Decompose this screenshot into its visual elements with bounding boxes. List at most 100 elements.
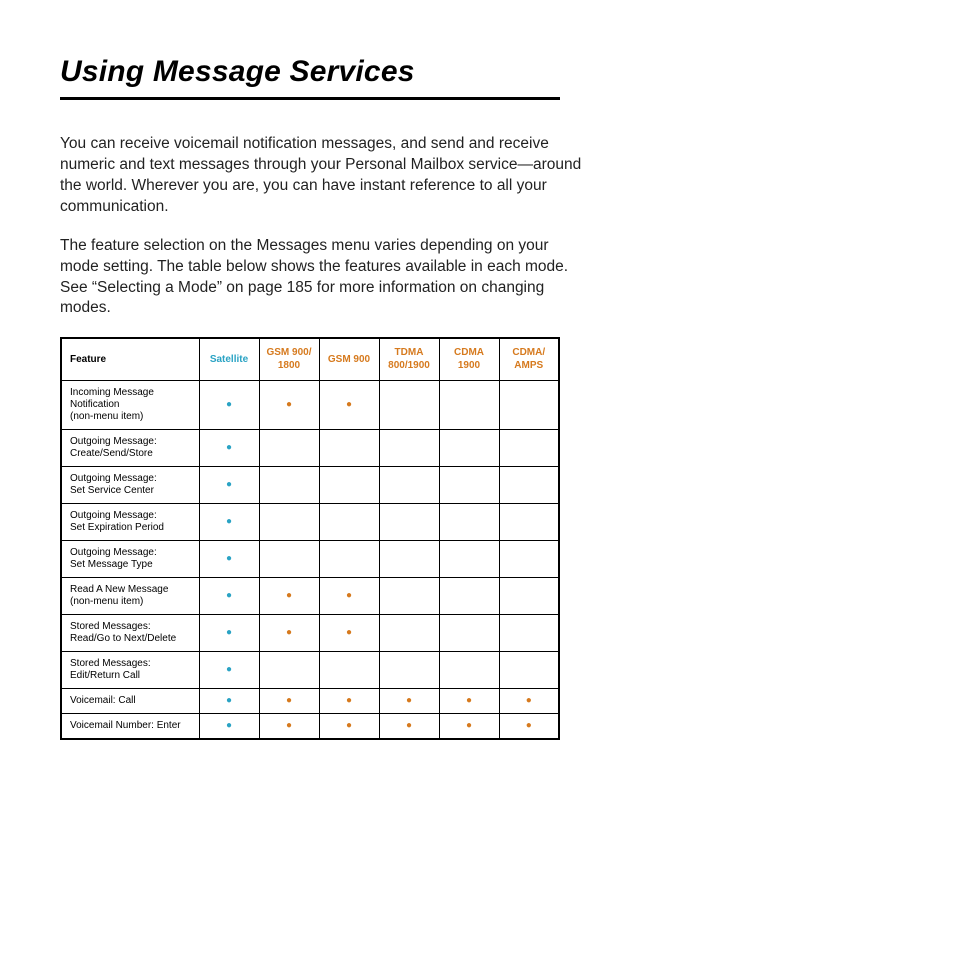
availability-cell	[439, 652, 499, 689]
availability-cell	[439, 504, 499, 541]
dot-satellite-icon: ●	[226, 479, 232, 490]
dot-available-icon: ●	[286, 627, 292, 638]
availability-cell: ●	[439, 714, 499, 740]
dot-available-icon: ●	[346, 627, 352, 638]
dot-available-icon: ●	[526, 720, 532, 731]
availability-cell: ●	[259, 714, 319, 740]
availability-cell: ●	[199, 430, 259, 467]
availability-cell	[499, 467, 559, 504]
availability-cell	[259, 541, 319, 578]
dot-available-icon: ●	[346, 720, 352, 731]
table-row: Voicemail Number: Enter ● ● ● ● ● ●	[61, 714, 559, 740]
page-title: Using Message Services	[60, 55, 894, 89]
dot-available-icon: ●	[346, 590, 352, 601]
availability-cell	[319, 467, 379, 504]
availability-cell	[379, 615, 439, 652]
availability-cell	[439, 541, 499, 578]
availability-cell: ●	[499, 689, 559, 714]
availability-cell: ●	[199, 652, 259, 689]
dot-available-icon: ●	[286, 399, 292, 410]
availability-cell: ●	[379, 689, 439, 714]
col-satellite: Satellite	[199, 338, 259, 381]
availability-cell: ●	[199, 578, 259, 615]
intro-paragraph-2: The feature selection on the Messages me…	[60, 236, 590, 320]
dot-available-icon: ●	[466, 720, 472, 731]
title-underline	[60, 97, 560, 100]
availability-cell	[259, 504, 319, 541]
dot-available-icon: ●	[286, 720, 292, 731]
availability-cell: ●	[199, 381, 259, 430]
availability-cell: ●	[199, 689, 259, 714]
availability-cell	[379, 578, 439, 615]
availability-cell	[259, 652, 319, 689]
table-row: Outgoing Message:Set Service Center ●	[61, 467, 559, 504]
feature-cell: Outgoing Message:Set Message Type	[61, 541, 199, 578]
availability-cell	[439, 578, 499, 615]
dot-available-icon: ●	[346, 695, 352, 706]
availability-cell	[379, 467, 439, 504]
availability-cell	[259, 467, 319, 504]
availability-cell	[499, 541, 559, 578]
feature-cell: Outgoing Message:Set Expiration Period	[61, 504, 199, 541]
feature-cell: Voicemail Number: Enter	[61, 714, 199, 740]
table-row: Voicemail: Call ● ● ● ● ● ●	[61, 689, 559, 714]
dot-available-icon: ●	[406, 695, 412, 706]
availability-cell	[439, 430, 499, 467]
feature-cell: Outgoing Message:Set Service Center	[61, 467, 199, 504]
table-header-row: Feature Satellite GSM 900/ 1800 GSM 900 …	[61, 338, 559, 381]
availability-cell	[499, 578, 559, 615]
feature-cell: Stored Messages:Read/Go to Next/Delete	[61, 615, 199, 652]
availability-cell	[379, 652, 439, 689]
availability-cell	[319, 652, 379, 689]
availability-cell: ●	[259, 615, 319, 652]
availability-cell	[319, 504, 379, 541]
col-gsm-900: GSM 900	[319, 338, 379, 381]
availability-cell	[379, 430, 439, 467]
dot-satellite-icon: ●	[226, 442, 232, 453]
table-row: Read A New Message(non-menu item)●●●	[61, 578, 559, 615]
dot-available-icon: ●	[466, 695, 472, 706]
availability-cell	[319, 430, 379, 467]
availability-cell: ●	[319, 381, 379, 430]
dot-satellite-icon: ●	[226, 553, 232, 564]
availability-cell: ●	[439, 689, 499, 714]
availability-cell	[379, 504, 439, 541]
dot-satellite-icon: ●	[226, 720, 232, 731]
availability-cell: ●	[499, 714, 559, 740]
dot-available-icon: ●	[286, 590, 292, 601]
feature-cell: Incoming Message Notification(non-menu i…	[61, 381, 199, 430]
col-tdma: TDMA 800/1900	[379, 338, 439, 381]
dot-available-icon: ●	[346, 399, 352, 410]
availability-cell	[499, 381, 559, 430]
availability-cell	[499, 615, 559, 652]
table-row: Stored Messages:Edit/Return Call●	[61, 652, 559, 689]
availability-cell	[439, 467, 499, 504]
dot-available-icon: ●	[406, 720, 412, 731]
dot-satellite-icon: ●	[226, 516, 232, 527]
availability-cell: ●	[259, 578, 319, 615]
col-gsm-900-1800: GSM 900/ 1800	[259, 338, 319, 381]
feature-cell: Voicemail: Call	[61, 689, 199, 714]
availability-cell: ●	[199, 504, 259, 541]
availability-cell: ●	[319, 689, 379, 714]
availability-cell: ●	[199, 467, 259, 504]
table-row: Stored Messages:Read/Go to Next/Delete ● ●…	[61, 615, 559, 652]
availability-cell: ●	[319, 615, 379, 652]
availability-cell: ●	[319, 578, 379, 615]
availability-cell	[499, 652, 559, 689]
col-cdma-1900: CDMA 1900	[439, 338, 499, 381]
feature-cell: Outgoing Message:Create/Send/Store	[61, 430, 199, 467]
availability-cell	[439, 615, 499, 652]
table-row: Outgoing Message:Create/Send/Store ●	[61, 430, 559, 467]
availability-cell	[439, 381, 499, 430]
dot-satellite-icon: ●	[226, 590, 232, 601]
feature-mode-table: Feature Satellite GSM 900/ 1800 GSM 900 …	[60, 337, 560, 740]
intro-paragraph-1: You can receive voicemail notification m…	[60, 134, 590, 218]
col-feature: Feature	[61, 338, 199, 381]
availability-cell: ●	[259, 689, 319, 714]
dot-satellite-icon: ●	[226, 627, 232, 638]
table-row: Outgoing Message:Set Expiration Period ●	[61, 504, 559, 541]
dot-satellite-icon: ●	[226, 695, 232, 706]
availability-cell	[379, 381, 439, 430]
dot-available-icon: ●	[526, 695, 532, 706]
